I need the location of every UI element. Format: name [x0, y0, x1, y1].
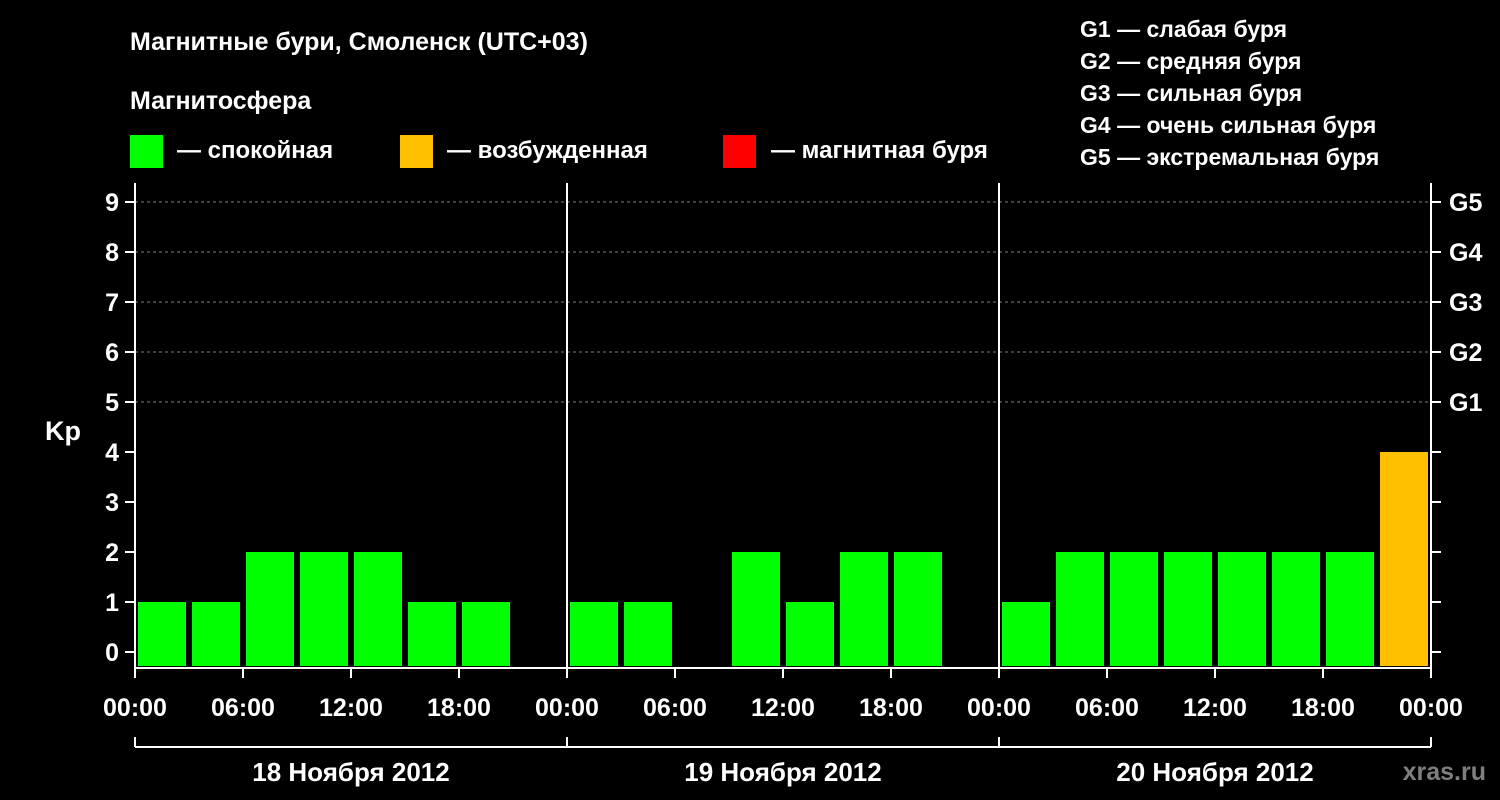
kp-bar	[1002, 602, 1050, 666]
g-scale-item: G3 — сильная буря	[1080, 80, 1302, 106]
section-label: Магнитосфера	[130, 87, 312, 115]
y-tick-label: 2	[105, 539, 119, 567]
y-tick-label: 6	[105, 339, 119, 367]
day-label: 18 Ноября 2012	[252, 757, 449, 787]
kp-bar	[300, 552, 348, 666]
tick-labels: 0 1 2 3 4 5 6 7 8 9 G1 G2 G3 G4 G5 00:00 06:00 12:00 18:00…	[103, 189, 1482, 787]
x-tick-label: 00:00	[535, 694, 599, 722]
kp-bar	[786, 602, 834, 666]
g-scale-item: G4 — очень сильная буря	[1080, 112, 1376, 138]
kp-bar	[894, 552, 942, 666]
legend-label-storm: — магнитная буря	[771, 137, 988, 164]
x-tick-label: 12:00	[1183, 694, 1247, 722]
kp-chart: Магнитные бури, Смоленск (UTC+03) Магнит…	[45, 16, 1486, 787]
kp-bar	[1110, 552, 1158, 666]
legend-label-excited: — возбужденная	[447, 137, 648, 164]
g-tick-label: G2	[1449, 339, 1482, 367]
y-tick-label: 5	[105, 389, 119, 417]
x-tick-label: 00:00	[967, 694, 1031, 722]
y-tick-label: 0	[105, 639, 119, 667]
kp-bar	[624, 602, 672, 666]
g-tick-label: G5	[1449, 189, 1482, 217]
g-tick-label: G4	[1449, 239, 1482, 267]
x-tick-label: 06:00	[1075, 694, 1139, 722]
x-tick-label: 18:00	[427, 694, 491, 722]
g-tick-label: G3	[1449, 289, 1482, 317]
grid-lines	[135, 201, 1431, 403]
x-tick-label: 18:00	[1291, 694, 1355, 722]
y-tick-label: 9	[105, 189, 119, 217]
y-tick-label: 8	[105, 239, 119, 267]
g-scale-item: G2 — средняя буря	[1080, 48, 1301, 74]
day-label: 19 Ноября 2012	[684, 757, 881, 787]
x-tick-label: 12:00	[319, 694, 383, 722]
kp-bar	[1272, 552, 1320, 666]
kp-bar	[246, 552, 294, 666]
kp-bar	[840, 552, 888, 666]
x-tick-label: 06:00	[211, 694, 275, 722]
kp-bar	[354, 552, 402, 666]
x-tick-label: 18:00	[859, 694, 923, 722]
legend-swatch-calm	[130, 135, 163, 168]
kp-bar	[408, 602, 456, 666]
bars	[138, 452, 1428, 666]
y-axis-title: Kp	[45, 416, 81, 446]
day-label: 20 Ноября 2012	[1116, 757, 1313, 787]
g-scale-legend: G1 — слабая буря G2 — средняя буря G3 — …	[1080, 16, 1379, 170]
color-legend: — спокойная — возбужденная — магнитная б…	[130, 135, 988, 168]
g-scale-item: G1 — слабая буря	[1080, 16, 1287, 42]
kp-bar	[192, 602, 240, 666]
kp-bar	[462, 602, 510, 666]
kp-bar	[1326, 552, 1374, 666]
kp-bar	[1380, 452, 1428, 666]
y-tick-label: 4	[105, 439, 119, 467]
kp-bar	[1218, 552, 1266, 666]
legend-swatch-storm	[723, 135, 756, 168]
kp-bar	[1056, 552, 1104, 666]
g-tick-label: G1	[1449, 389, 1482, 417]
kp-bar	[1164, 552, 1212, 666]
kp-bar	[570, 602, 618, 666]
g-scale-item: G5 — экстремальная буря	[1080, 144, 1379, 170]
kp-bar	[138, 602, 186, 666]
legend-swatch-excited	[400, 135, 433, 168]
x-tick-label: 00:00	[1399, 694, 1463, 722]
kp-bar	[732, 552, 780, 666]
y-tick-label: 1	[105, 589, 119, 617]
x-tick-label: 00:00	[103, 694, 167, 722]
watermark: xras.ru	[1403, 758, 1486, 786]
x-tick-label: 12:00	[751, 694, 815, 722]
y-tick-label: 3	[105, 489, 119, 517]
y-tick-label: 7	[105, 289, 119, 317]
legend-label-calm: — спокойная	[177, 137, 333, 164]
chart-title: Магнитные бури, Смоленск (UTC+03)	[130, 28, 588, 56]
x-tick-label: 06:00	[643, 694, 707, 722]
